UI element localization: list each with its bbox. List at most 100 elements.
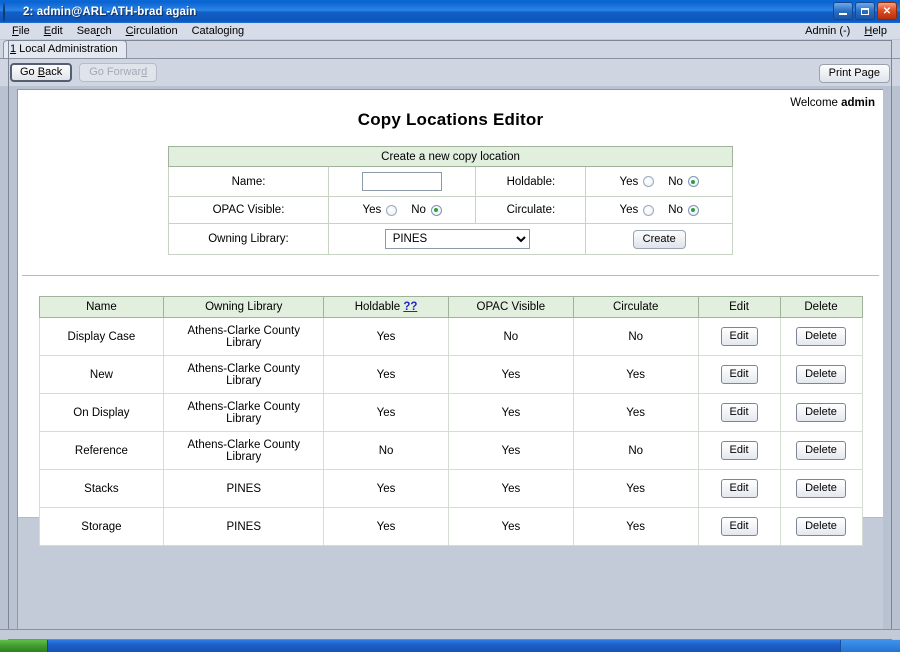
delete-button[interactable]: Delete <box>796 479 846 498</box>
menu-file[interactable]: File <box>5 25 37 37</box>
edit-button[interactable]: Edit <box>721 479 758 498</box>
welcome-prefix: Welcome <box>790 97 838 109</box>
menu-edit[interactable]: Edit <box>37 25 70 37</box>
holdable-yes-radio[interactable] <box>643 176 654 187</box>
column-header-circulate: Circulate <box>573 297 698 318</box>
cell-delete: Delete <box>780 432 862 470</box>
print-page-button[interactable]: Print Page <box>819 64 890 83</box>
toolbar-right: Print Page <box>819 63 890 83</box>
cell-delete: Delete <box>780 318 862 356</box>
cell-edit: Edit <box>698 318 780 356</box>
cell-circulate: Yes <box>573 508 698 546</box>
table-row: Display CaseAthens-Clarke County Library… <box>39 318 862 356</box>
holdable-no-label: No <box>668 176 683 188</box>
owning-library-label: Owning Library: <box>169 224 329 255</box>
title-bar: 2: admin@ARL-ATH-brad again ✕ <box>0 0 900 23</box>
cell-opac-visible: Yes <box>448 356 573 394</box>
edit-button[interactable]: Edit <box>721 403 758 422</box>
table-header: Name Owning Library Holdable ?? OPAC Vis… <box>39 297 862 318</box>
welcome-username: admin <box>841 97 875 109</box>
delete-button[interactable]: Delete <box>796 403 846 422</box>
go-forward-button: Go Forward <box>79 63 157 82</box>
cell-holdable: No <box>324 432 449 470</box>
cell-owning-library: PINES <box>164 508 324 546</box>
cell-circulate: Yes <box>573 356 698 394</box>
cell-delete: Delete <box>780 394 862 432</box>
column-header-owning-library: Owning Library <box>164 297 324 318</box>
holdable-no-radio[interactable] <box>688 176 699 187</box>
cell-name: Stacks <box>39 470 164 508</box>
table-row: NewAthens-Clarke County LibraryYesYesYes… <box>39 356 862 394</box>
tab-strip: 1 Local Administration <box>0 40 900 59</box>
table-body: Display CaseAthens-Clarke County Library… <box>39 318 862 546</box>
browser-toolbar: Go Back Go Forward Print Page <box>0 59 900 86</box>
cell-name: New <box>39 356 164 394</box>
menu-search[interactable]: Search <box>70 25 119 37</box>
menu-circulation[interactable]: Circulation <box>119 25 185 37</box>
page-title: Copy Locations Editor <box>18 90 883 146</box>
cell-delete: Delete <box>780 508 862 546</box>
cell-edit: Edit <box>698 432 780 470</box>
page-viewport: Welcome admin Copy Locations Editor Crea… <box>17 89 883 638</box>
column-header-holdable: Holdable ?? <box>324 297 449 318</box>
cell-opac-visible: Yes <box>448 432 573 470</box>
owning-library-select[interactable]: PINES <box>385 229 530 249</box>
section-divider <box>22 275 879 276</box>
opac-no-radio[interactable] <box>431 205 442 216</box>
welcome-message: Welcome admin <box>790 97 875 109</box>
menu-cataloging[interactable]: Cataloging <box>185 25 252 37</box>
circulate-no-label: No <box>668 204 683 216</box>
delete-button[interactable]: Delete <box>796 441 846 460</box>
tab-local-administration[interactable]: 1 Local Administration <box>3 40 127 58</box>
opac-yes-radio[interactable] <box>386 205 397 216</box>
delete-button[interactable]: Delete <box>796 517 846 536</box>
circulate-yes-radio[interactable] <box>643 205 654 216</box>
column-header-edit: Edit <box>698 297 780 318</box>
os-taskbar <box>0 640 900 652</box>
restore-icon[interactable] <box>855 2 875 20</box>
name-input[interactable] <box>362 172 442 191</box>
cell-owning-library: Athens-Clarke County Library <box>164 356 324 394</box>
cell-name: On Display <box>39 394 164 432</box>
menu-help[interactable]: Help <box>857 25 894 37</box>
cell-edit: Edit <box>698 356 780 394</box>
table-row: StacksPINESYesYesYesEditDelete <box>39 470 862 508</box>
menu-admin[interactable]: Admin (-) <box>798 25 857 37</box>
cell-holdable: Yes <box>324 394 449 432</box>
edit-button[interactable]: Edit <box>721 365 758 384</box>
cell-circulate: Yes <box>573 394 698 432</box>
create-button[interactable]: Create <box>633 230 686 249</box>
copy-locations-table: Name Owning Library Holdable ?? OPAC Vis… <box>39 296 863 546</box>
delete-button[interactable]: Delete <box>796 327 846 346</box>
cell-opac-visible: No <box>448 318 573 356</box>
holdable-label: Holdable: <box>476 167 586 197</box>
delete-button[interactable]: Delete <box>796 365 846 384</box>
page-content: Welcome admin Copy Locations Editor Crea… <box>18 90 883 517</box>
owning-library-cell: PINES <box>329 224 586 255</box>
form-header: Create a new copy location <box>169 147 733 167</box>
circulate-label: Circulate: <box>476 197 586 224</box>
cell-circulate: No <box>573 432 698 470</box>
cell-holdable: Yes <box>324 470 449 508</box>
minimize-icon[interactable] <box>833 2 853 20</box>
start-button[interactable] <box>0 640 48 652</box>
edit-button[interactable]: Edit <box>721 517 758 536</box>
menu-bar-right: Admin (-) Help <box>798 25 894 37</box>
holdable-help-link[interactable]: ?? <box>403 301 417 313</box>
edit-button[interactable]: Edit <box>721 441 758 460</box>
go-back-button[interactable]: Go Back <box>10 63 72 82</box>
column-header-holdable-label: Holdable <box>355 301 400 313</box>
system-tray <box>840 640 900 652</box>
table-row: On DisplayAthens-Clarke County LibraryYe… <box>39 394 862 432</box>
menu-bar: File Edit Search Circulation Cataloging … <box>0 23 900 40</box>
cell-owning-library: PINES <box>164 470 324 508</box>
menu-file-label: ile <box>19 25 30 37</box>
opac-no-label: No <box>411 204 426 216</box>
cell-holdable: Yes <box>324 356 449 394</box>
cell-name: Storage <box>39 508 164 546</box>
window-title: 2: admin@ARL-ATH-brad again <box>23 6 196 18</box>
close-icon[interactable]: ✕ <box>877 2 897 20</box>
cell-name: Display Case <box>39 318 164 356</box>
circulate-no-radio[interactable] <box>688 205 699 216</box>
edit-button[interactable]: Edit <box>721 327 758 346</box>
